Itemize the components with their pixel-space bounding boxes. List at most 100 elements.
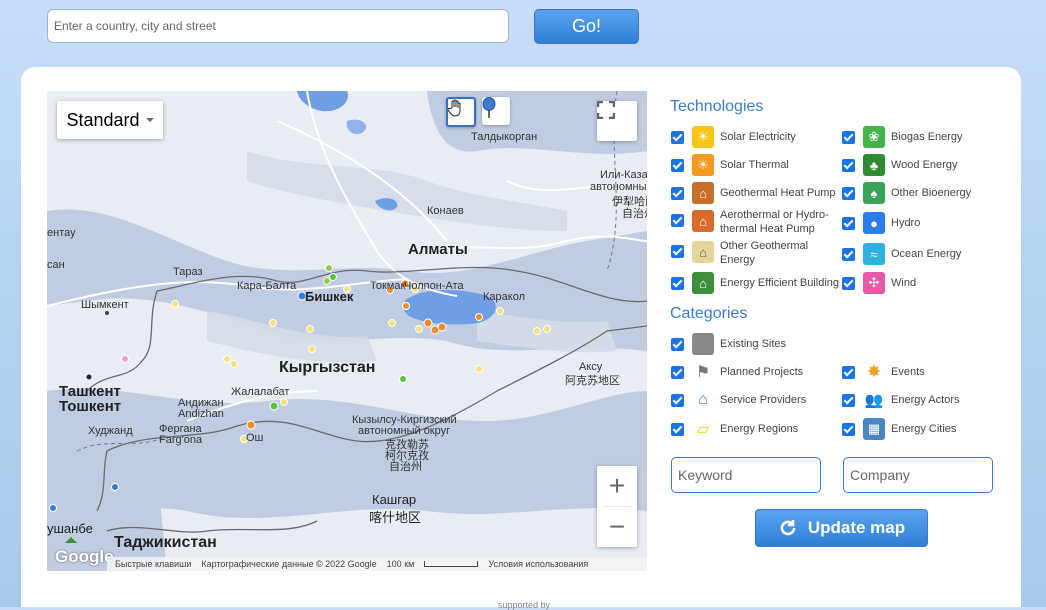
map-data-credit: Картографические данные © 2022 Google — [201, 559, 377, 569]
map-attribution: Быстрые клавиши Картографические данные … — [107, 557, 647, 571]
geothermal-icon: ⌂ — [692, 182, 714, 204]
checkbox[interactable] — [671, 214, 684, 227]
tech-other-bioenergy[interactable]: ♠ Other Bioenergy — [842, 182, 971, 204]
zoom-in-button[interactable]: + — [597, 466, 637, 506]
tech-wind[interactable]: ✣ Wind — [842, 272, 916, 294]
google-logo: Google — [55, 547, 114, 566]
map-type-selector[interactable]: Standard — [57, 101, 163, 139]
option-label: Solar Thermal — [720, 159, 789, 171]
tech-solar-electricity[interactable]: ☀ Solar Electricity — [671, 126, 796, 148]
tech-wood[interactable]: ♣ Wood Energy — [842, 154, 957, 176]
label-almaty: Алматы — [408, 241, 468, 258]
marker-pin-icon — [482, 97, 496, 118]
option-label: Other Geothermal Energy — [720, 240, 809, 266]
checkbox[interactable] — [671, 276, 684, 290]
option-label: Energy Actors — [891, 394, 960, 406]
option-label: Aerothermal or Hydro-thermal Heat Pump — [720, 209, 829, 235]
checkbox[interactable] — [671, 245, 684, 258]
checkbox[interactable] — [671, 422, 684, 436]
label-ili: Или-Каза — [600, 169, 647, 181]
label-shymkent: Шымкент — [81, 299, 129, 311]
solar-electricity-icon: ☀ — [692, 126, 714, 148]
checkbox[interactable] — [671, 393, 684, 407]
checkbox[interactable] — [671, 130, 684, 144]
refresh-icon — [780, 520, 796, 536]
label-kizil-cn3: 自治州 — [389, 461, 422, 473]
checkbox[interactable] — [671, 158, 684, 172]
ocean-icon: ≈ — [863, 243, 885, 265]
house-icon: ⌂ — [692, 389, 714, 411]
checkbox[interactable] — [671, 186, 684, 200]
chevron-down-icon — [145, 118, 154, 122]
label-kyrgyzstan: Кыргызстан — [279, 359, 376, 376]
categories-title: Categories — [670, 305, 748, 322]
option-label: Wood Energy — [891, 159, 958, 171]
checkbox[interactable] — [671, 365, 684, 379]
label-tokmak: Токмак — [370, 280, 406, 292]
label-ili-cn2: 自治州 — [622, 208, 647, 220]
checkbox[interactable] — [842, 130, 855, 144]
efficient-building-icon: ⌂ — [692, 272, 714, 294]
label-kashgar: Кашгар — [372, 492, 417, 507]
checkbox[interactable] — [842, 365, 855, 379]
go-button[interactable]: Go! — [534, 9, 639, 44]
scale-label: 100 км — [386, 559, 415, 569]
cat-events[interactable]: ✸ Events — [842, 361, 925, 383]
label-dushanbe: ушанбе — [47, 521, 93, 536]
keyboard-shortcuts-link[interactable]: Быстрые клавиши — [115, 559, 191, 569]
energy-actors-icon: 👥 — [863, 389, 885, 411]
cat-energy-cities[interactable]: ▦ Energy Cities — [842, 418, 956, 440]
fullscreen-button[interactable] — [597, 101, 637, 141]
cat-energy-actors[interactable]: 👥 Energy Actors — [842, 389, 959, 411]
aerothermal-icon: ⌂ — [692, 210, 714, 232]
energy-regions-icon: ▱ — [692, 418, 714, 440]
option-label: Solar Electricity — [720, 131, 796, 143]
map-type-label: Standard — [66, 109, 140, 130]
label-kashgar-cn: 喀什地区 — [369, 510, 422, 525]
flag-icon: ⚑ — [692, 361, 714, 383]
checkbox[interactable] — [671, 337, 684, 351]
label-khujand: Худжанд — [88, 425, 133, 437]
cat-planned-projects[interactable]: ⚑ Planned Projects — [671, 361, 803, 383]
label-konaev: Конаев — [427, 205, 464, 217]
zoom-out-button[interactable]: − — [597, 507, 637, 547]
checkbox[interactable] — [842, 276, 855, 290]
checkbox[interactable] — [842, 216, 855, 230]
checkbox[interactable] — [842, 422, 855, 436]
cat-existing-sites[interactable]: Existing Sites — [671, 333, 786, 355]
update-map-label: Update map — [807, 518, 906, 537]
terms-link[interactable]: Условия использования — [488, 559, 588, 569]
other-geothermal-icon: ⌂ — [692, 241, 714, 263]
place-marker-button[interactable] — [482, 97, 510, 125]
pan-hand-button[interactable] — [446, 97, 476, 127]
label-aksu-cn: 阿克苏地区 — [565, 375, 620, 387]
scale-bar — [424, 561, 479, 567]
events-icon: ✸ — [863, 361, 885, 383]
tech-geothermal[interactable]: ⌂ Geothermal Heat Pump — [671, 182, 836, 204]
tech-aerothermal[interactable]: ⌂ Aerothermal or Hydro-thermal Heat Pump — [671, 208, 836, 236]
option-label: Existing Sites — [720, 338, 787, 350]
checkbox[interactable] — [842, 186, 855, 200]
label-fergana-uz: Farg'ona — [159, 434, 203, 446]
tech-solar-thermal[interactable]: ☀ Solar Thermal — [671, 154, 789, 176]
option-label: Events — [891, 366, 925, 378]
update-map-button[interactable]: Update map — [755, 509, 928, 547]
keyword-input[interactable] — [671, 457, 821, 493]
energy-cities-icon: ▦ — [863, 418, 885, 440]
map-view[interactable]: Талдыкорган Или-Каза автономны 伊犁哈萨 自治州 … — [47, 91, 647, 571]
cat-energy-regions[interactable]: ▱ Energy Regions — [671, 418, 798, 440]
address-search-input[interactable] — [47, 9, 509, 43]
tech-efficient-building[interactable]: ⌂ Energy Efficient Building — [671, 272, 839, 294]
checkbox[interactable] — [842, 393, 855, 407]
company-input[interactable] — [843, 457, 993, 493]
label-kentau: ентау — [47, 227, 76, 239]
tech-hydro[interactable]: ● Hydro — [842, 212, 920, 234]
cat-service-providers[interactable]: ⌂ Service Providers — [671, 389, 806, 411]
tech-ocean[interactable]: ≈ Ocean Energy — [842, 243, 961, 265]
tech-biogas[interactable]: ❀ Biogas Energy — [842, 126, 963, 148]
label-tashkent-uz: Тошкент — [59, 398, 122, 415]
label-karakol: Каракол — [483, 291, 525, 303]
checkbox[interactable] — [842, 158, 855, 172]
tech-other-geothermal[interactable]: ⌂ Other Geothermal Energy — [671, 239, 836, 267]
checkbox[interactable] — [842, 247, 855, 261]
